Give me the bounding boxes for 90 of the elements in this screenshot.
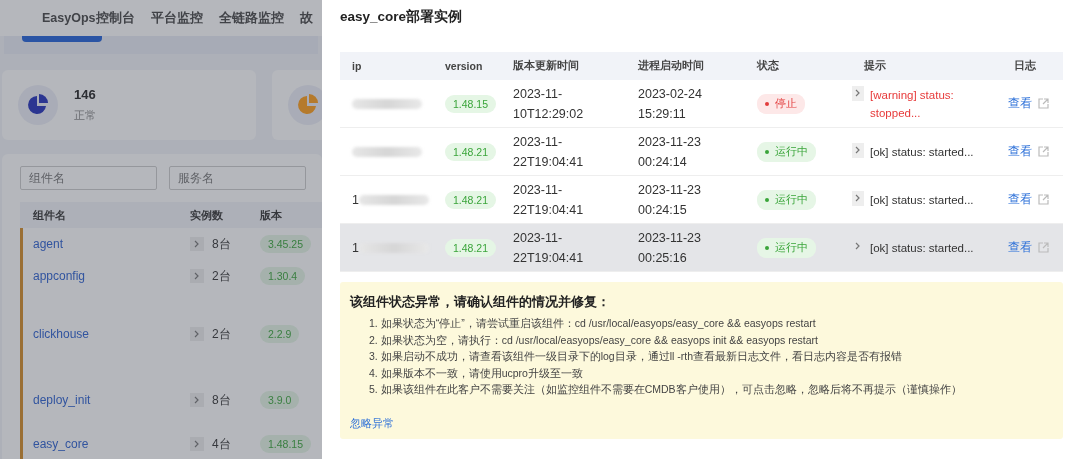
expand-button[interactable] [190,393,204,407]
component-link[interactable]: clickhouse [23,327,190,341]
component-link[interactable]: deploy_init [23,393,190,407]
ip-text: 1 [352,240,359,255]
drawer-title: easy_core部署实例 [340,8,464,26]
notice-item: 2. 如果状态为空，请执行：cd /usr/local/easyops/easy_core && easyops init && easyops restart [368,332,819,348]
chevron-right-icon [194,330,200,338]
version-tag: 3.9.0 [260,391,300,409]
expand-button[interactable] [852,142,864,158]
column-header: 提示 [863,59,887,73]
expand-button[interactable] [190,269,204,283]
expand-button[interactable] [190,327,204,341]
nav-item[interactable]: 全链路监控 [218,9,284,27]
expand-button[interactable] [852,85,864,101]
version-tag: 2.2.9 [260,325,300,343]
version-tag: 1.48.15 [445,94,497,113]
instance-count: 2台 [212,267,231,285]
column-header: 进程启动时间 [637,59,705,73]
blurred-text [358,194,429,205]
table-cell-text: 2023-11-22T19:04:41 [513,229,585,267]
filter-field[interactable]: 组件名 [20,166,157,190]
view-link[interactable]: 查看 [1008,191,1032,208]
table-cell-text: 2023-11-10T12:29:02 [513,85,585,123]
blurred-text [352,146,422,157]
nav-item[interactable]: 故 [299,9,313,27]
column-header: 版本更新时间 [512,59,580,73]
component-link[interactable]: easy_core [23,437,190,451]
status-tag: 运行中 [757,237,816,258]
version-tag: 1.48.21 [445,238,497,257]
instance-count: 8台 [212,391,231,409]
instance-count: 2台 [212,325,231,343]
hint-text: [ok] status: started... [870,144,974,160]
ignore-link[interactable]: 忽略异常 [350,415,394,431]
expand-button[interactable] [190,437,204,451]
view-link[interactable]: 查看 [1008,95,1032,112]
hint-text: [warning] status: stopped... [870,87,955,121]
column-header: version [444,60,484,72]
version-tag: 3.45.25 [260,235,312,253]
chevron-right-icon [194,396,200,404]
view-link[interactable]: 查看 [1008,239,1032,256]
column-header: 状态 [755,59,780,73]
version-tag: 1.48.15 [260,435,312,453]
notice-item: 3. 如果启动不成功，请查看该组件一级目录下的log目录，通过ll -rth查看最新日志文件，看日志内容是否有报错 [368,349,904,364]
external-link-icon[interactable] [1038,146,1049,157]
chevron-right-icon [194,272,200,280]
hint-text: [ok] status: started... [870,240,974,256]
hint-text: [ok] status: started... [870,192,974,208]
blurred-text [352,98,422,109]
chevron-right-icon [855,194,861,202]
external-link-icon[interactable] [1038,242,1049,253]
version-tag: 1.48.21 [445,142,497,161]
status-tag: 运行中 [757,189,816,210]
column-header: 版本 [260,207,283,223]
chevron-right-icon [194,240,200,248]
version-tag: 1.48.21 [445,190,497,209]
table-cell-text: 2023-11-22T19:04:41 [513,181,585,219]
table-cell-text: 2023-02-24 15:29:11 [638,85,703,123]
notice-item: 1. 如果状态为“停止”，请尝试重启该组件：cd /usr/local/easyops/easy_core && easyops restart [368,316,817,331]
nav-item[interactable]: EasyOps控制台 [42,9,135,27]
nav-item[interactable]: 平台监控 [150,9,203,27]
chevron-right-icon [855,242,861,250]
chevron-right-icon [855,89,861,97]
column-header: ip [351,60,363,72]
table-cell-text: 2023-11-22T19:04:41 [513,133,585,171]
table-cell-text: 2023-11-23 00:24:14 [638,133,702,171]
version-tag: 1.30.4 [260,267,306,285]
chevron-right-icon [194,440,200,448]
view-link[interactable]: 查看 [1008,143,1032,160]
column-header: 实例数 [190,207,224,223]
external-link-icon[interactable] [1038,194,1049,205]
instance-count: 4台 [212,435,231,453]
stat-value: 146 [74,87,96,102]
column-header: 组件名 [32,207,67,223]
notice-title: 该组件状态异常，请确认组件的情况并修复： [350,294,611,311]
component-link[interactable]: agent [23,237,190,251]
table-cell-text: 2023-11-23 00:25:16 [638,229,702,267]
table-cell-text: 2023-11-23 00:24:15 [638,181,702,219]
column-header: 日志 [1013,59,1037,73]
expand-button[interactable] [190,237,204,251]
expand-button[interactable] [852,190,864,206]
notice-item: 5. 如果该组件在此客户不需要关注（如监控组件不需要在CMDB客户使用），可点击忽略，忽略后将不再提示（谨慎操作） [368,382,963,397]
component-link[interactable]: appconfig [23,269,190,283]
notice-item: 4. 如果版本不一致，请使用ucpro升级至一致 [368,365,584,381]
filter-field[interactable]: 服务名 [169,166,306,190]
external-link-icon[interactable] [1038,98,1049,109]
status-tag: 停止 [757,93,805,114]
ip-text: 1 [352,192,359,207]
instance-count: 8台 [212,235,231,253]
status-tag: 运行中 [757,141,816,162]
chevron-right-icon [855,146,861,154]
